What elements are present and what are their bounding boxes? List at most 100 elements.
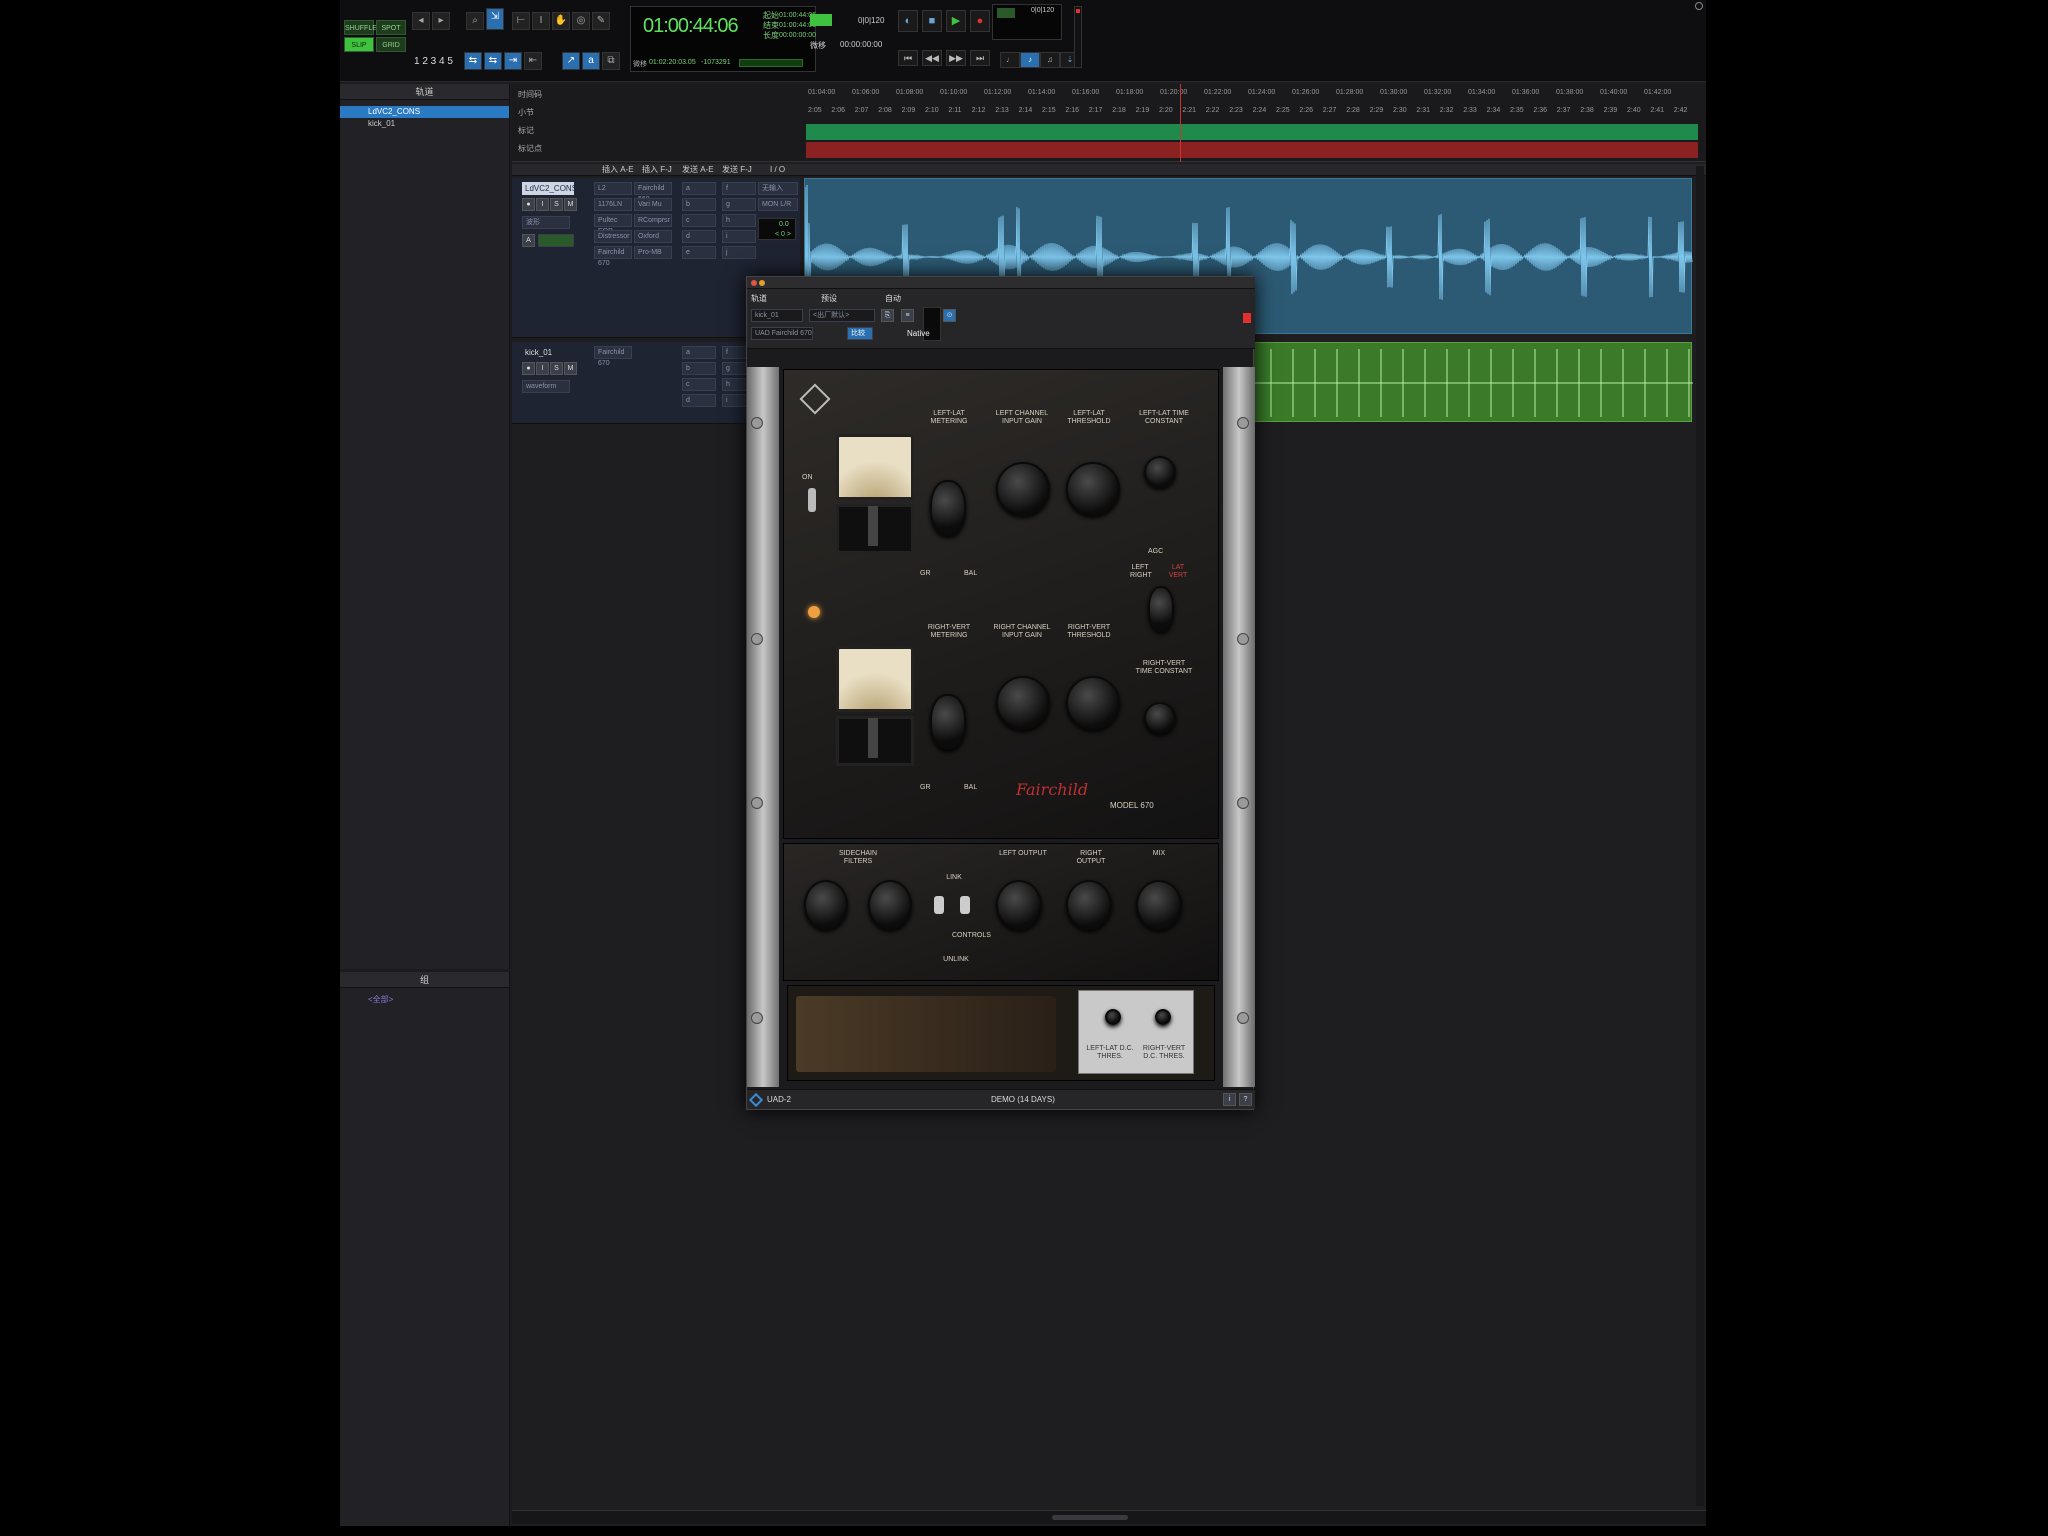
timecode-ruler[interactable]: 01:04:00 01:06:00 01:08:00 01:10:00 01:12:00… <box>808 89 1698 99</box>
track-view-selector[interactable]: 波形 <box>522 216 570 229</box>
send-slot[interactable]: d <box>682 230 716 243</box>
track-view-selector[interactable]: waveform <box>522 380 570 393</box>
right-input-gain-knob[interactable] <box>996 676 1050 730</box>
insert-slot[interactable]: Fairchild 670 <box>594 346 632 367</box>
send-slot[interactable]: j <box>722 246 756 259</box>
conductor-icon[interactable]: ♫ <box>1040 52 1060 68</box>
mirror-midi-icon[interactable]: ↗ <box>562 52 580 70</box>
send-slot[interactable]: a <box>682 182 716 195</box>
link-track-icon[interactable]: ⇆ <box>484 52 502 70</box>
scrubber-tool-icon[interactable]: ◎ <box>572 12 590 30</box>
nudge-value[interactable]: 01:02:20:03.05 <box>649 59 696 66</box>
input-monitor-button[interactable]: I <box>536 362 549 375</box>
bars-ruler[interactable]: 2:05 2:06 2:07 2:08 2:09 2:10 2:11 2:12 2:13 2:14… <box>808 107 1698 117</box>
mix-knob[interactable] <box>1136 880 1182 930</box>
green-marker-lane[interactable] <box>806 124 1698 140</box>
insert-slot[interactable]: Distressor <box>594 230 632 243</box>
fast-forward-icon[interactable]: ▶▶ <box>946 50 966 66</box>
left-meter-zero-adj[interactable] <box>868 506 878 546</box>
zoom-in-icon[interactable]: ▸ <box>432 12 450 30</box>
insert-slot[interactable]: Pultec EQP <box>594 214 632 235</box>
insertion-follows-icon[interactable]: ⇥ <box>504 52 522 70</box>
zoom-out-icon[interactable]: ◂ <box>412 12 430 30</box>
horizontal-scrollbar[interactable] <box>512 1510 1706 1524</box>
automation-button[interactable]: A <box>522 234 535 247</box>
insert-slot[interactable]: RComprsr <box>634 214 672 227</box>
window-menu-icon[interactable] <box>1695 2 1703 10</box>
sidechain-link-toggle[interactable] <box>934 896 944 914</box>
shuffle-mode-button[interactable]: SHUFFLE <box>344 20 377 35</box>
left-sidechain-filter-knob[interactable] <box>804 880 848 930</box>
preset-selector[interactable]: <出厂默认> <box>809 309 875 322</box>
right-threshold-knob[interactable] <box>1066 676 1120 730</box>
smart-tool-icon[interactable]: ⇲ <box>486 8 504 30</box>
right-time-constant-knob[interactable] <box>1144 702 1176 734</box>
rewind-icon[interactable]: ◀◀ <box>922 50 942 66</box>
insert-slot[interactable]: Fairchild 670 <box>594 246 632 267</box>
right-metering-knob[interactable] <box>930 694 966 750</box>
track-list-item[interactable]: LdVC2_CONS <box>340 106 509 118</box>
track-name[interactable]: LdVC2_CONS <box>522 182 577 195</box>
send-slot[interactable]: d <box>682 394 716 407</box>
insert-selector[interactable]: UAD Fairchild 670 <box>751 327 813 340</box>
send-slot[interactable]: a <box>682 346 716 359</box>
input-selector[interactable]: 无输入 <box>758 182 798 195</box>
send-slot[interactable]: c <box>682 378 716 391</box>
left-threshold-knob[interactable] <box>1066 462 1120 516</box>
insert-slot[interactable]: Pro-MB <box>634 246 672 259</box>
send-slot[interactable]: e <box>682 246 716 259</box>
trim-tool-icon[interactable]: ⊢ <box>512 12 530 30</box>
spot-mode-button[interactable]: SPOT <box>376 20 406 35</box>
track-selector[interactable]: kick_01 <box>751 309 803 322</box>
compare-button[interactable]: ≡ <box>901 309 914 322</box>
link-icon[interactable]: ⊙ <box>943 309 956 322</box>
record-enable-button[interactable]: ● <box>522 198 535 211</box>
insert-slot[interactable]: L2 <box>594 182 632 195</box>
commands-focus-icon[interactable]: ⧉ <box>602 52 620 70</box>
right-sidechain-filter-knob[interactable] <box>868 880 912 930</box>
group-list-item[interactable]: <全部> <box>340 994 509 1006</box>
mute-button[interactable]: M <box>564 198 577 211</box>
controls-link-toggle[interactable] <box>960 896 970 914</box>
save-preset-icon[interactable]: ⎘ <box>881 309 894 322</box>
left-input-gain-knob[interactable] <box>996 462 1050 516</box>
insert-slot[interactable]: Fairchild 660 <box>634 182 672 203</box>
right-output-knob[interactable] <box>1066 880 1112 930</box>
send-slot[interactable]: f <box>722 182 756 195</box>
keyboard-focus-icon[interactable]: a <box>582 52 600 70</box>
nudge-box-value[interactable]: 00:00:00:00 <box>840 40 882 49</box>
go-to-end-icon[interactable]: ⏭ <box>970 50 990 66</box>
metronome-icon[interactable]: ♩ <box>1000 52 1020 68</box>
record-icon[interactable]: ● <box>970 10 990 32</box>
left-time-constant-knob[interactable] <box>1144 456 1176 488</box>
insert-slot[interactable]: Oxford <box>634 230 672 243</box>
record-enable-button[interactable]: ● <box>522 362 535 375</box>
left-dc-threshold-knob[interactable] <box>1105 1009 1121 1025</box>
online-icon[interactable]: ◐ <box>898 10 918 32</box>
close-icon[interactable] <box>751 280 757 286</box>
plugin-titlebar[interactable] <box>747 277 1255 289</box>
grabber-tool-icon[interactable]: ✋ <box>552 12 570 30</box>
slip-mode-button[interactable]: SLIP <box>344 37 374 52</box>
main-counter[interactable]: 01:00:44:06 <box>643 15 739 38</box>
output-selector[interactable]: MON L/R <box>758 198 798 211</box>
power-toggle[interactable] <box>808 488 816 512</box>
pencil-tool-icon[interactable]: ✎ <box>592 12 610 30</box>
mute-button[interactable]: M <box>564 362 577 375</box>
play-icon[interactable]: ▶ <box>946 10 966 32</box>
bypass-icon[interactable] <box>1243 313 1251 323</box>
right-dc-threshold-knob[interactable] <box>1155 1009 1171 1025</box>
input-monitor-button[interactable]: I <box>536 198 549 211</box>
send-slot[interactable]: i <box>722 230 756 243</box>
send-slot[interactable]: g <box>722 198 756 211</box>
zoom-presets[interactable]: 1 2 3 4 5 <box>414 56 453 67</box>
insert-slot[interactable]: 1176LN <box>594 198 632 211</box>
send-slot[interactable]: b <box>682 362 716 375</box>
send-slot[interactable]: c <box>682 214 716 227</box>
vertical-scrollbar[interactable] <box>1696 166 1704 1506</box>
plugin-info-icon[interactable]: i <box>1223 1093 1236 1106</box>
track-name[interactable]: kick_01 <box>522 346 574 359</box>
minimize-icon[interactable] <box>759 280 765 286</box>
plugin-help-icon[interactable]: ? <box>1239 1093 1252 1106</box>
scroll-thumb[interactable] <box>1052 1515 1128 1520</box>
